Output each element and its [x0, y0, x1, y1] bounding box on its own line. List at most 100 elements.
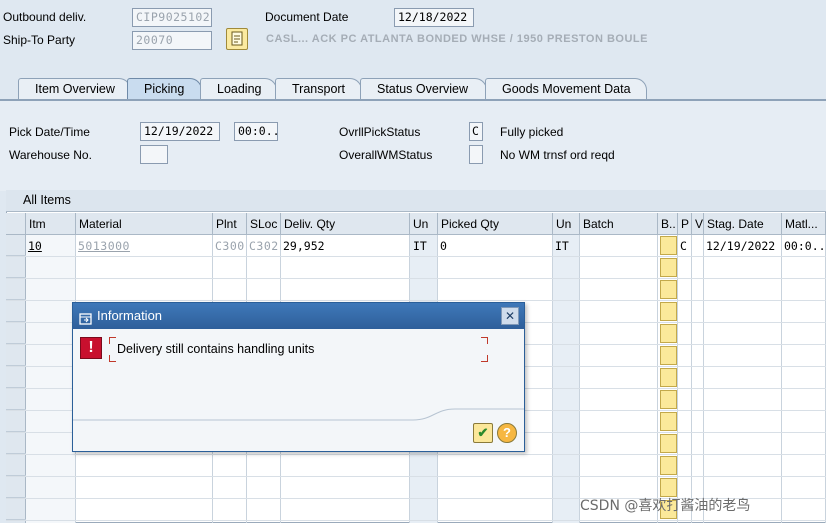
close-icon[interactable]: ✕	[501, 307, 519, 325]
batch-indicator-box[interactable]	[660, 368, 677, 387]
ovrl-pick-status-label: OvrllPickStatus	[339, 125, 421, 139]
row-selector[interactable]	[6, 279, 26, 300]
row-line	[6, 476, 826, 477]
batch-indicator-box[interactable]	[660, 280, 677, 299]
ovrl-pick-status-field[interactable]: C	[469, 122, 483, 141]
cell-itm[interactable]: 10	[28, 239, 42, 253]
col-batch[interactable]: Batch	[580, 213, 658, 235]
tab-goods-movement-data[interactable]: Goods Movement Data	[485, 78, 647, 100]
batch-indicator-box[interactable]	[660, 324, 677, 343]
pick-date-label: Pick Date/Time	[9, 125, 90, 139]
field-corner-tl	[109, 337, 116, 344]
dialog-message: Delivery still contains handling units	[117, 342, 315, 356]
batch-indicator-box[interactable]	[660, 236, 677, 255]
overall-wm-status-label: OverallWMStatus	[339, 148, 433, 162]
dialog-title: Information	[97, 308, 163, 323]
pick-date-field[interactable]: 12/19/2022	[140, 122, 220, 141]
overall-wm-status-text: No WM trnsf ord reqd	[500, 148, 615, 162]
shipto-field[interactable]: 20070	[132, 31, 212, 50]
row-selector[interactable]	[6, 433, 26, 454]
batch-indicator-box[interactable]	[660, 346, 677, 365]
outbound-deliv-label: Outbound deliv.	[3, 10, 87, 24]
tab-picking[interactable]: Picking	[127, 78, 202, 100]
col-picked-qty[interactable]: Picked Qty	[438, 213, 553, 235]
col-plnt[interactable]: Plnt	[213, 213, 247, 235]
cell-matl[interactable]: 00:0...	[784, 239, 826, 253]
row-selector[interactable]	[6, 367, 26, 388]
batch-indicator-box[interactable]	[660, 412, 677, 431]
row-selector[interactable]	[6, 345, 26, 366]
col-v[interactable]: V	[692, 213, 704, 235]
error-icon: !	[80, 337, 102, 359]
row-line	[6, 520, 826, 521]
tab-item-overview[interactable]: Item Overview	[18, 78, 131, 100]
col-sloc[interactable]: SLoc	[247, 213, 281, 235]
information-dialog: Information ✕ ! Delivery still contains …	[72, 302, 525, 452]
warehouse-field[interactable]	[140, 145, 168, 164]
row-line	[6, 454, 826, 455]
tab-status-overview[interactable]: Status Overview	[360, 78, 487, 100]
outbound-deliv-field[interactable]: CIP9025102	[132, 8, 212, 27]
batch-indicator-box[interactable]	[660, 258, 677, 277]
dialog-title-bar[interactable]: Information ✕	[73, 303, 524, 329]
col-un-2[interactable]: Un	[553, 213, 580, 235]
document-icon[interactable]	[226, 28, 248, 50]
field-corner-tr	[481, 337, 488, 344]
grid-title-bar: All Items	[6, 190, 826, 212]
col-stag-date[interactable]: Stag. Date	[704, 213, 782, 235]
overall-wm-status-field[interactable]	[469, 145, 483, 164]
warehouse-label: Warehouse No.	[9, 148, 92, 162]
col-un[interactable]: Un	[410, 213, 438, 235]
picking-panel	[0, 101, 826, 191]
batch-indicator-box[interactable]	[660, 434, 677, 453]
tab-loading[interactable]: Loading	[200, 78, 277, 100]
cell-p: C	[680, 239, 687, 253]
cell-stag-date[interactable]: 12/19/2022	[706, 239, 775, 253]
watermark: CSDN @喜欢打酱油的老鸟	[580, 498, 751, 514]
col-b[interactable]: B..	[658, 213, 678, 235]
batch-indicator-box[interactable]	[660, 390, 677, 409]
shipto-label: Ship-To Party	[3, 33, 76, 47]
row-selector[interactable]	[6, 389, 26, 410]
check-icon[interactable]: ✔	[473, 423, 493, 443]
cell-un: IT	[413, 239, 427, 253]
document-date-label: Document Date	[265, 10, 349, 24]
table-row[interactable]: 10 5013000 C300 C302 29,952 IT 0 IT C 12…	[6, 235, 826, 256]
row-selector[interactable]	[6, 235, 26, 256]
tab-transport[interactable]: Transport	[275, 78, 362, 100]
document-date-field[interactable]: 12/18/2022	[394, 8, 474, 27]
field-corner-br	[481, 355, 488, 362]
row-selector[interactable]	[6, 301, 26, 322]
row-line	[6, 256, 826, 257]
cell-sloc: C302	[249, 239, 279, 253]
batch-indicator-box[interactable]	[660, 302, 677, 321]
row-line	[6, 300, 826, 301]
col-p[interactable]: P	[678, 213, 692, 235]
cell-plnt: C300	[215, 239, 245, 253]
col-matl[interactable]: Matl...	[782, 213, 826, 235]
row-selector[interactable]	[6, 477, 26, 498]
row-selector[interactable]	[6, 323, 26, 344]
select-all-header[interactable]	[6, 213, 26, 235]
window-icon	[79, 309, 93, 325]
col-deliv-qty[interactable]: Deliv. Qty	[281, 213, 410, 235]
pick-time-field[interactable]: 00:0...	[234, 122, 278, 141]
cell-un2: IT	[555, 239, 569, 253]
ovrl-pick-status-text: Fully picked	[500, 125, 564, 139]
cell-material[interactable]: 5013000	[78, 239, 130, 253]
shipto-name: CASL... ACK PC ATLANTA BONDED WHSE / 195…	[266, 33, 648, 45]
dialog-divider-curve	[73, 408, 524, 421]
row-selector[interactable]	[6, 499, 26, 520]
grid-title: All Items	[23, 193, 71, 207]
row-line	[6, 278, 826, 279]
cell-picked-qty[interactable]: 0	[440, 239, 447, 253]
row-selector[interactable]	[6, 455, 26, 476]
cell-deliv-qty[interactable]: 29,952	[283, 239, 325, 253]
row-selector[interactable]	[6, 411, 26, 432]
batch-indicator-box[interactable]	[660, 456, 677, 475]
field-corner-bl	[109, 355, 116, 362]
col-itm[interactable]: Itm	[26, 213, 76, 235]
col-material[interactable]: Material	[76, 213, 213, 235]
row-selector[interactable]	[6, 257, 26, 278]
help-icon[interactable]: ?	[497, 423, 517, 443]
